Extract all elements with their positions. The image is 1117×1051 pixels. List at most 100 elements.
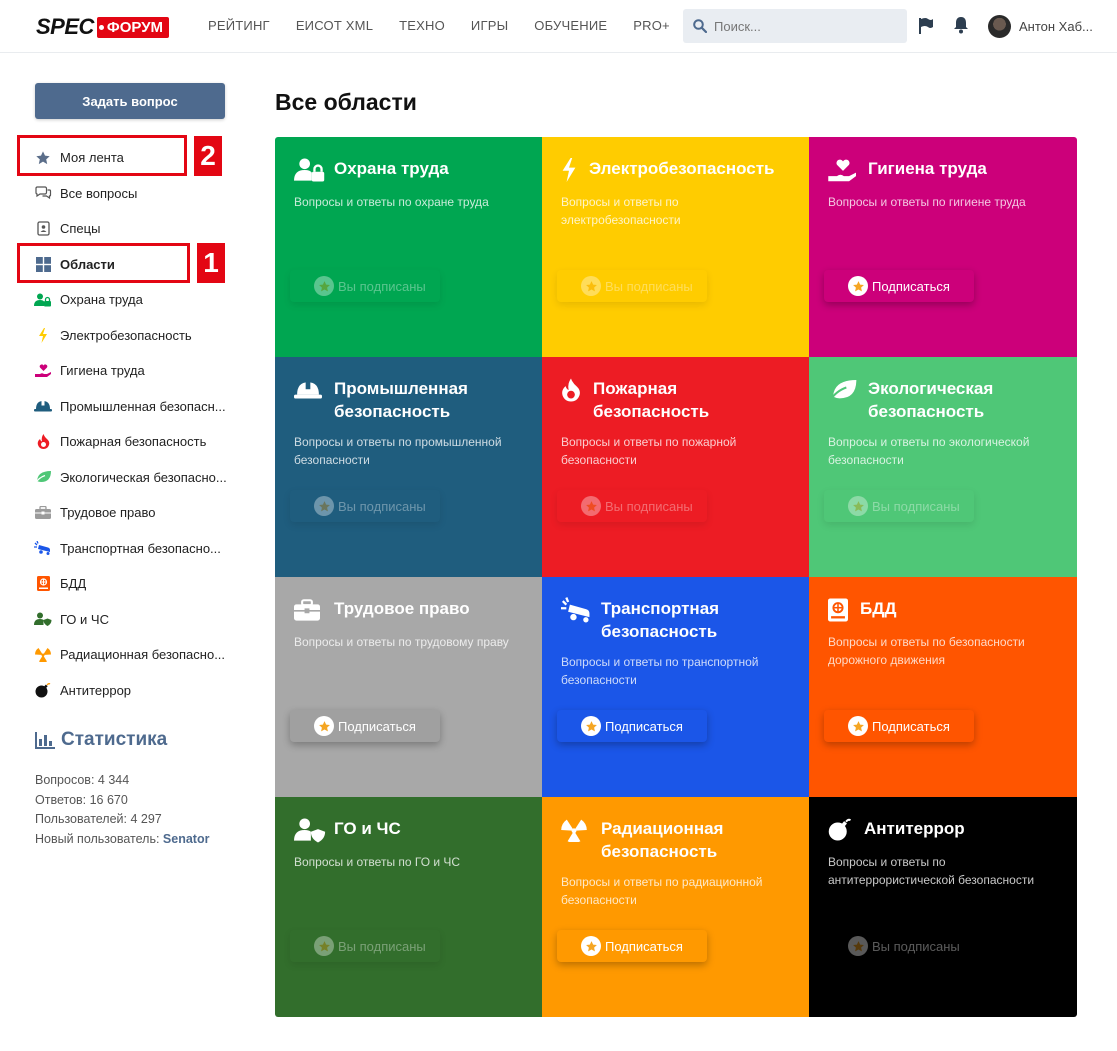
subscribe-button[interactable]: Подписаться [557, 930, 707, 962]
stats-title-text: Статистика [61, 729, 168, 750]
stats-new-user: Новый пользователь: Senator [35, 830, 209, 850]
area-tile[interactable]: Пожарная безопасность Вопросы и ответы п… [542, 357, 809, 577]
bell-icon[interactable] [953, 16, 969, 34]
area-tile[interactable]: БДД Вопросы и ответы по безопасности дор… [809, 577, 1077, 797]
tile-title[interactable]: Транспортная безопасность [601, 597, 789, 643]
nav-item-techno[interactable]: ТЕХНО [399, 18, 445, 33]
sidebar-item-fire-safety[interactable]: Пожарная безопасность [34, 424, 234, 460]
stats-answers: Ответов: 16 670 [35, 792, 128, 807]
subscribe-button[interactable]: Подписаться [290, 710, 440, 742]
user-name[interactable]: Антон Хаб... [1019, 19, 1093, 34]
area-tile[interactable]: Электробезопасность Вопросы и ответы по … [542, 137, 809, 357]
flag-icon[interactable] [918, 17, 934, 35]
subscribe-button[interactable]: Вы подписаны [557, 270, 707, 302]
page-title: Все области [275, 89, 417, 115]
star-icon [581, 276, 601, 296]
stats-users: Пользователей: 4 297 [35, 812, 162, 826]
sidebar-item-road-safety[interactable]: БДД [34, 566, 234, 602]
subscribe-button[interactable]: Вы подписаны [824, 930, 974, 962]
tile-header: Промышленная безопасность [294, 377, 522, 423]
nav-item-games[interactable]: ИГРЫ [471, 18, 508, 33]
star-icon [314, 276, 334, 296]
tile-title[interactable]: Промышленная безопасность [334, 377, 522, 423]
sidebar-item-specialists[interactable]: Спецы [34, 211, 234, 247]
sidebar-item-civil-defense[interactable]: ГО и ЧС [34, 602, 234, 638]
star-icon [848, 496, 868, 516]
user-lock-icon [294, 157, 328, 183]
subscribe-button[interactable]: Подписаться [824, 270, 974, 302]
tile-title[interactable]: БДД [860, 597, 896, 620]
sidebar-item-labor-law[interactable]: Трудовое право [34, 495, 234, 531]
sidebar-item-label: Трудовое право [60, 505, 156, 521]
site-logo[interactable]: SPEC ФОРУМ [36, 14, 170, 40]
fire-icon [561, 377, 587, 403]
subscribe-button[interactable]: Вы подписаны [290, 270, 440, 302]
sidebar-item-labor-protection[interactable]: Охрана труда [34, 282, 234, 318]
area-tile[interactable]: Охрана труда Вопросы и ответы по охране … [275, 137, 542, 357]
new-user-link[interactable]: Senator [163, 832, 210, 846]
sidebar-item-label: Экологическая безопасно... [60, 469, 227, 485]
tile-title[interactable]: Антитеррор [864, 817, 965, 840]
subscribe-button[interactable]: Вы подписаны [824, 490, 974, 522]
user-shield-icon [294, 817, 328, 843]
star-icon [848, 716, 868, 736]
area-tile[interactable]: Антитеррор Вопросы и ответы по антитерро… [809, 797, 1077, 1017]
tile-title[interactable]: Пожарная безопасность [593, 377, 789, 423]
sidebar-item-label: Транспортная безопасно... [60, 540, 221, 556]
star-icon [314, 496, 334, 516]
hand-heart-icon [34, 363, 52, 379]
avatar[interactable] [988, 15, 1011, 38]
radiation-icon [561, 817, 595, 843]
area-tile[interactable]: Промышленная безопасность Вопросы и отве… [275, 357, 542, 577]
area-tile[interactable]: Трудовое право Вопросы и ответы по трудо… [275, 577, 542, 797]
subscribe-button[interactable]: Подписаться [557, 710, 707, 742]
sidebar-item-electrical-safety[interactable]: Электробезопасность [34, 318, 234, 354]
ask-question-button[interactable]: Задать вопрос [35, 83, 225, 119]
area-tile[interactable]: Гигиена труда Вопросы и ответы по гигиен… [809, 137, 1077, 357]
logo-forum-text: ФОРУМ [96, 16, 170, 38]
bolt-icon [34, 327, 52, 343]
tile-title[interactable]: Гигиена труда [868, 157, 987, 180]
subscribe-button-label: Вы подписаны [338, 498, 426, 514]
nav-item-rating[interactable]: РЕЙТИНГ [208, 18, 270, 33]
tile-title[interactable]: Электробезопасность [589, 157, 775, 180]
search-input[interactable] [714, 18, 894, 34]
nav-item-eisot[interactable]: ЕИСОТ XML [296, 18, 373, 33]
area-tile[interactable]: ГО и ЧС Вопросы и ответы по ГО и ЧС Вы п… [275, 797, 542, 1017]
tile-header: Экологическая безопасность [828, 377, 1057, 423]
car-crash-icon [561, 597, 595, 623]
area-tile[interactable]: Радиационная безопасность Вопросы и отве… [542, 797, 809, 1017]
sidebar-item-all-questions[interactable]: Все вопросы [34, 176, 234, 212]
search-box[interactable] [683, 9, 907, 43]
nav-item-pro[interactable]: PRO+ [633, 18, 670, 33]
sidebar-item-industrial-safety[interactable]: Промышленная безопасн... [34, 389, 234, 425]
subscribe-button[interactable]: Вы подписаны [557, 490, 707, 522]
subscribe-button[interactable]: Вы подписаны [290, 930, 440, 962]
subscribe-button-label: Подписаться [338, 718, 416, 734]
sidebar-item-occupational-hygiene[interactable]: Гигиена труда [34, 353, 234, 389]
contact-card-icon [34, 221, 52, 237]
main-nav: РЕЙТИНГ ЕИСОТ XML ТЕХНО ИГРЫ ОБУЧЕНИЕ PR… [208, 18, 696, 33]
subscribe-button[interactable]: Подписаться [824, 710, 974, 742]
tile-title[interactable]: Трудовое право [334, 597, 470, 620]
tile-title[interactable]: Экологическая безопасность [868, 377, 1057, 423]
tile-title[interactable]: Охрана труда [334, 157, 449, 180]
sidebar-item-transport-safety[interactable]: Транспортная безопасно... [34, 531, 234, 567]
tile-description: Вопросы и ответы по охране труда [294, 195, 489, 209]
sidebar-item-label: Электробезопасность [60, 327, 192, 343]
nav-item-learning[interactable]: ОБУЧЕНИЕ [534, 18, 607, 33]
tile-title[interactable]: ГО и ЧС [334, 817, 401, 840]
tile-description: Вопросы и ответы по пожарной безопасност… [561, 435, 737, 467]
area-tile[interactable]: Транспортная безопасность Вопросы и отве… [542, 577, 809, 797]
sidebar-item-radiation-safety[interactable]: Радиационная безопасно... [34, 637, 234, 673]
sidebar-item-label: Антитеррор [60, 682, 132, 698]
sidebar-item-label: ГО и ЧС [60, 611, 109, 627]
leaf-icon [828, 377, 862, 403]
area-tile[interactable]: Экологическая безопасность Вопросы и отв… [809, 357, 1077, 577]
tile-title[interactable]: Радиационная безопасность [601, 817, 789, 863]
sidebar-item-antiterror[interactable]: Антитеррор [34, 673, 234, 709]
subscribe-button[interactable]: Вы подписаны [290, 490, 440, 522]
sidebar-item-ecological-safety[interactable]: Экологическая безопасно... [34, 460, 234, 496]
tile-header: Электробезопасность [561, 157, 789, 183]
search-icon [693, 19, 707, 33]
